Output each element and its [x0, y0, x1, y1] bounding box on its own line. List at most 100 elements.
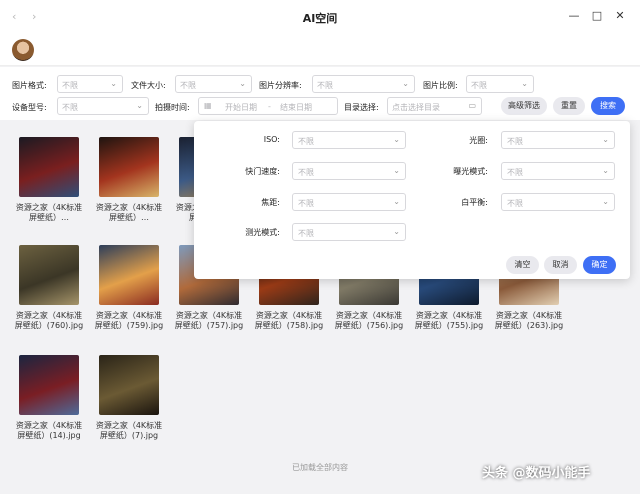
chevron-down-icon: ⌄ — [393, 135, 400, 144]
image-thumbnail[interactable] — [99, 355, 159, 415]
aperture-select[interactable]: 不限 ⌄ — [501, 131, 615, 149]
watermark-text: 头条 @数码小能手 — [482, 466, 591, 481]
date-end: 结束日期 — [280, 103, 312, 112]
caption-line: 资源之家（4K标准 — [175, 311, 243, 320]
image-caption: 资源之家（4K标准 屏壁纸）(263).jpg — [489, 311, 569, 331]
directory-input[interactable]: 点击选择目录 ▭ — [387, 97, 482, 115]
aperture-label: 光圈: — [469, 136, 488, 145]
ratio-select[interactable]: 不限 ⌄ — [466, 75, 534, 93]
resolution-select[interactable]: 不限 ⌄ — [312, 75, 415, 93]
image-caption: 资源之家（4K标准 屏壁纸）(14).jpg — [9, 421, 89, 441]
window-title: AI空间 — [302, 12, 338, 25]
minimize-icon[interactable]: — — [567, 9, 581, 22]
chevron-down-icon: ⌄ — [602, 135, 609, 144]
chevron-down-icon: ⌄ — [521, 79, 528, 88]
format-label: 图片格式: — [12, 81, 47, 90]
image-thumbnail[interactable] — [19, 137, 79, 197]
size-value: 不限 — [180, 81, 196, 90]
caption-line: 屏壁纸）(14).jpg — [17, 431, 81, 440]
focal-select[interactable]: 不限 ⌄ — [292, 193, 406, 211]
close-icon[interactable]: ✕ — [613, 9, 627, 22]
calendar-icon: ▦ — [204, 101, 212, 110]
caption-line: 屏壁纸）(7).jpg — [99, 431, 159, 440]
image-caption: 资源之家（4K标准屏壁纸）… — [9, 203, 89, 223]
directory-label: 目录选择: — [344, 103, 379, 112]
chevron-down-icon: ⌄ — [602, 197, 609, 206]
caption-line: 资源之家（4K标准 — [255, 311, 323, 320]
resolution-value: 不限 — [317, 81, 333, 90]
focal-label: 焦距: — [261, 198, 280, 207]
white-balance-label: 白平衡: — [461, 198, 488, 207]
exposure-value: 不限 — [507, 168, 523, 177]
caption-line: 屏壁纸）… — [29, 213, 69, 222]
caption-line: 屏壁纸）(263).jpg — [494, 321, 564, 330]
exposure-label: 曝光模式: — [453, 167, 488, 176]
size-select[interactable]: 不限 ⌄ — [175, 75, 252, 93]
image-thumbnail[interactable] — [19, 245, 79, 305]
iso-value: 不限 — [298, 137, 314, 146]
device-value: 不限 — [62, 103, 78, 112]
shutter-label: 快门速度: — [245, 167, 280, 176]
avatar[interactable] — [12, 39, 34, 61]
metering-label: 测光模式: — [245, 228, 280, 237]
user-bar — [0, 34, 640, 66]
reset-button[interactable]: 重置 — [553, 97, 585, 115]
date-separator: - — [268, 102, 271, 111]
caption-line: 资源之家（4K标准 — [15, 311, 83, 320]
iso-select[interactable]: 不限 ⌄ — [292, 131, 406, 149]
chevron-down-icon: ⌄ — [393, 197, 400, 206]
search-button[interactable]: 搜索 — [591, 97, 625, 115]
folder-icon[interactable]: ▭ — [468, 101, 476, 110]
ratio-label: 图片比例: — [423, 81, 458, 90]
image-caption: 资源之家（4K标准 屏壁纸）(759).jpg — [89, 311, 169, 331]
caption-line: 资源之家（4K标准 — [15, 421, 83, 430]
resolution-label: 图片分辨率: — [259, 81, 302, 90]
app-window: ‹ › AI空间 — □ ✕ 图片格式: 不限 ⌄ 文件大小: 不限 ⌄ 图片分… — [0, 0, 640, 494]
caption-line: 资源之家（4K标准 — [15, 203, 83, 212]
focal-value: 不限 — [298, 199, 314, 208]
shutter-select[interactable]: 不限 ⌄ — [292, 162, 406, 180]
chevron-down-icon: ⌄ — [136, 101, 143, 110]
image-caption: 资源之家（4K标准 屏壁纸）(7).jpg — [89, 421, 169, 441]
image-caption: 资源之家（4K标准 屏壁纸）(756).jpg — [329, 311, 409, 331]
clear-button[interactable]: 清空 — [506, 256, 539, 274]
device-select[interactable]: 不限 ⌄ — [57, 97, 149, 115]
device-label: 设备型号: — [12, 103, 47, 112]
chevron-down-icon: ⌄ — [393, 166, 400, 175]
date-start: 开始日期 — [225, 103, 257, 112]
size-label: 文件大小: — [131, 81, 166, 90]
white-balance-select[interactable]: 不限 ⌄ — [501, 193, 615, 211]
caption-line: 资源之家（4K标准 — [495, 311, 563, 320]
directory-placeholder: 点击选择目录 — [392, 103, 440, 112]
advanced-filter-button[interactable]: 高级筛选 — [501, 97, 547, 115]
caption-line: 资源之家（4K标准 — [415, 311, 483, 320]
chevron-down-icon: ⌄ — [402, 79, 409, 88]
metering-select[interactable]: 不限 ⌄ — [292, 223, 406, 241]
metering-value: 不限 — [298, 229, 314, 238]
chevron-down-icon: ⌄ — [602, 166, 609, 175]
title-bar: ‹ › AI空间 — □ ✕ — [0, 0, 640, 34]
image-thumbnail[interactable] — [99, 245, 159, 305]
maximize-icon[interactable]: □ — [590, 9, 604, 22]
date-label: 拍摄时间: — [155, 103, 190, 112]
filter-bar: 图片格式: 不限 ⌄ 文件大小: 不限 ⌄ 图片分辨率: 不限 ⌄ 图片比例: … — [0, 67, 640, 120]
image-thumbnail[interactable] — [99, 137, 159, 197]
image-thumbnail[interactable] — [19, 355, 79, 415]
caption-line: 资源之家（4K标准 — [95, 311, 163, 320]
format-value: 不限 — [62, 81, 78, 90]
image-caption: 资源之家（4K标准 屏壁纸）(755).jpg — [409, 311, 489, 331]
cancel-button[interactable]: 取消 — [544, 256, 577, 274]
caption-line: 屏壁纸）(760).jpg — [14, 321, 84, 330]
ratio-value: 不限 — [471, 81, 487, 90]
confirm-button[interactable]: 确定 — [583, 256, 616, 274]
chevron-down-icon: ⌄ — [239, 79, 246, 88]
caption-line: 资源之家（4K标准 — [335, 311, 403, 320]
chevron-down-icon: ⌄ — [393, 227, 400, 236]
caption-line: 屏壁纸）(759).jpg — [94, 321, 164, 330]
image-caption: 资源之家（4K标准 屏壁纸）(760).jpg — [9, 311, 89, 331]
white-balance-value: 不限 — [507, 199, 523, 208]
exposure-select[interactable]: 不限 ⌄ — [501, 162, 615, 180]
date-range-picker[interactable]: ▦ 开始日期 - 结束日期 — [198, 97, 338, 115]
format-select[interactable]: 不限 ⌄ — [57, 75, 123, 93]
image-caption: 资源之家（4K标准屏壁纸）… — [89, 203, 169, 223]
